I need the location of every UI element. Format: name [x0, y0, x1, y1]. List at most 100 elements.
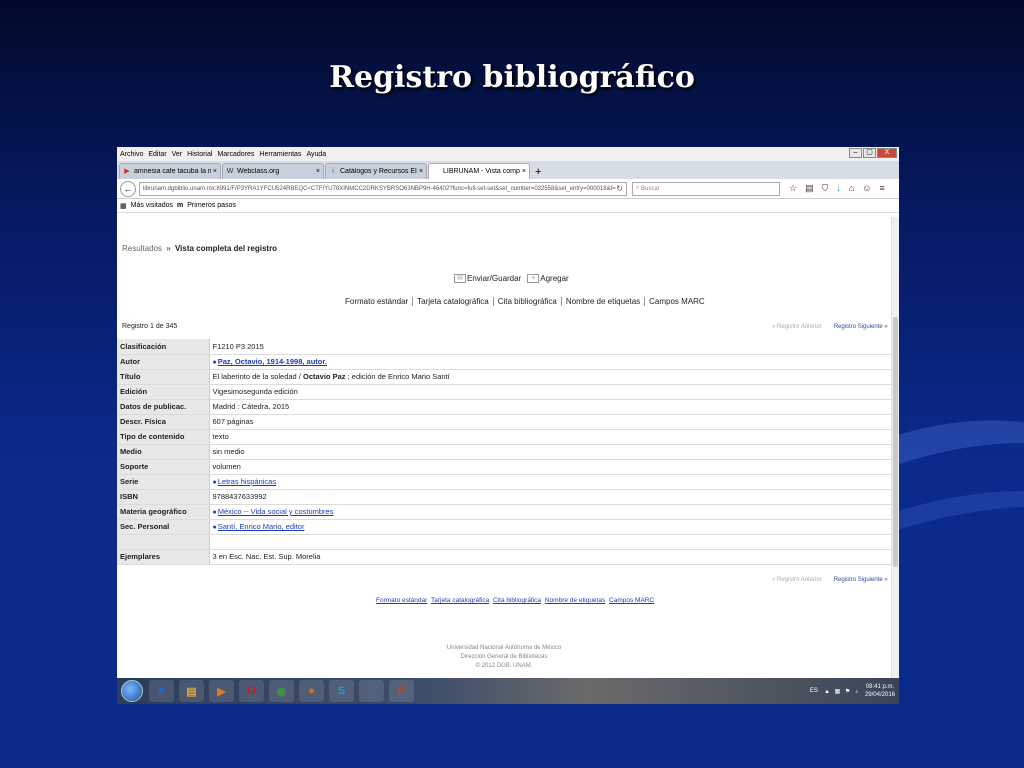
envelope-icon: ✉	[454, 274, 466, 283]
start-button[interactable]	[121, 680, 143, 702]
show-hidden-icons-icon[interactable]: ▲	[824, 689, 830, 695]
page-footer: Universidad Nacional Autónoma de México …	[117, 644, 891, 671]
tab-close-icon[interactable]: ×	[213, 168, 217, 175]
opera-icon[interactable]: O	[239, 680, 264, 702]
volume-icon[interactable]: ♪	[855, 689, 858, 695]
bookmark-star-icon[interactable]: ☆	[789, 183, 797, 194]
field-value: sin medio	[209, 444, 891, 460]
tab-favicon-icon	[432, 168, 440, 176]
bottom-format-links: Formato estándar Tarjeta catalográfica C…	[376, 597, 656, 604]
new-tab-button[interactable]: +	[535, 165, 541, 179]
format-tag-names[interactable]: Nombre de etiquetas	[562, 297, 646, 306]
page-content: Resultados » Vista completa del registro…	[117, 217, 891, 678]
format-catalog-card[interactable]: Tarjeta catalográfica	[413, 297, 494, 306]
table-row: Materia geográfico ●México -- Vida social…	[117, 504, 891, 520]
next-record-link[interactable]: Registro Siguiente »	[834, 324, 888, 330]
skype-icon[interactable]: S	[329, 680, 354, 702]
record-navigation-bottom: « Registro Anterior Registro Siguiente »	[772, 577, 888, 583]
browser-tab[interactable]: ▶ amnesia cafe tacuba la mal...×	[119, 163, 221, 179]
window-controls: – ▢ X	[848, 148, 897, 158]
account-icon[interactable]: ☺	[862, 183, 871, 194]
record-actions: ✉ Enviar/Guardar + Agregar	[454, 274, 569, 283]
bookmark-folder-icon: ▦	[120, 202, 127, 210]
scrollbar-thumb[interactable]	[893, 317, 898, 567]
tab-close-icon[interactable]: ×	[522, 168, 526, 175]
home-icon[interactable]: ⌂	[849, 183, 854, 194]
previous-record-link[interactable]: « Registro Anterior	[772, 577, 822, 583]
bookmark-first-steps[interactable]: Primeros pasos	[187, 202, 236, 209]
network-icon[interactable]: ▦	[835, 689, 841, 695]
previous-record-link[interactable]: « Registro Anterior	[772, 324, 822, 330]
pocket-icon[interactable]: ⛉	[822, 183, 829, 194]
bottom-format-tag-names[interactable]: Nombre de etiquetas	[545, 597, 605, 604]
search-input[interactable]: ⌕ Buscar	[632, 181, 780, 196]
back-button[interactable]: ←	[120, 180, 136, 197]
footer-copyright: © 2012 DGB, UNAM.	[475, 663, 533, 669]
field-value: El laberinto de la soledad / Octavio Paz…	[209, 369, 891, 385]
clock[interactable]: 08:41 p.m. 29/04/2016	[865, 683, 895, 699]
field-link[interactable]: México -- Vida social y costumbres	[218, 507, 334, 516]
bottom-format-catalog-card[interactable]: Tarjeta catalográfica	[431, 597, 489, 604]
table-row: Sec. Personal ●Santí, Enrico Mario, edito…	[117, 519, 891, 535]
field-link[interactable]: Santí, Enrico Mario, editor	[218, 522, 305, 531]
menu-herramientas[interactable]: Herramientas	[259, 151, 301, 158]
powerpoint-icon[interactable]: P	[389, 680, 414, 702]
breadcrumb-results[interactable]: Resultados	[122, 244, 162, 253]
restore-button[interactable]: ▢	[863, 148, 876, 158]
clock-time: 08:41 p.m.	[865, 684, 895, 690]
media-player-icon[interactable]: ▶	[209, 680, 234, 702]
file-explorer-icon[interactable]: ▤	[179, 680, 204, 702]
tab-favicon-icon: i	[332, 167, 334, 175]
language-indicator[interactable]: ES	[810, 688, 818, 694]
table-row: Medio sin medio	[117, 444, 891, 460]
field-value: 9788437633992	[209, 489, 891, 505]
title-part: Octavio Paz	[302, 372, 346, 381]
browser-tab[interactable]: i Catálogos y Recursos Elect...×	[325, 163, 427, 179]
field-label: Serie	[117, 474, 210, 490]
menu-editar[interactable]: Editar	[148, 151, 166, 158]
user-icon[interactable]: ☺	[359, 680, 384, 702]
tab-close-icon[interactable]: ×	[419, 168, 423, 175]
tab-close-icon[interactable]: ×	[316, 168, 320, 175]
menu-marcadores[interactable]: Marcadores	[217, 151, 254, 158]
field-value: ●México -- Vida social y costumbres	[209, 504, 891, 520]
bottom-format-citation[interactable]: Cita bibliográfica	[493, 597, 541, 604]
format-marc[interactable]: Campos MARC	[645, 297, 709, 306]
browser-tab[interactable]: W Webclass.org ×	[222, 163, 324, 179]
field-value: 3 en Esc. Nac. Est. Sup. Morelia	[209, 549, 891, 565]
title-part: ; edición de Enrico Mario Santí	[345, 372, 450, 381]
field-link[interactable]: Paz, Octavio, 1914-1998, autor.	[218, 357, 327, 366]
menu-ayuda[interactable]: Ayuda	[306, 151, 326, 158]
menu-icon[interactable]: ≡	[880, 183, 885, 194]
table-row	[117, 534, 891, 550]
format-standard[interactable]: Formato estándar	[341, 297, 414, 306]
chrome-icon[interactable]: ◉	[269, 680, 294, 702]
bookmarks-bar: ▦ Más visitados m Primeros pasos	[117, 199, 899, 213]
breadcrumb-current: Vista completa del registro	[174, 244, 278, 253]
vertical-scrollbar[interactable]	[891, 217, 899, 678]
field-label: Título	[117, 369, 210, 385]
download-icon[interactable]: ↓	[836, 183, 841, 194]
flag-icon[interactable]: ⚑	[845, 689, 850, 695]
ie-icon[interactable]: e	[149, 680, 174, 702]
url-bar[interactable]: librunam.dgbiblio.unam.mx:8991/F/P3YRA1Y…	[139, 181, 627, 196]
field-link[interactable]: Letras hispánicas	[218, 477, 276, 486]
menu-ver[interactable]: Ver	[172, 151, 183, 158]
reading-list-icon[interactable]: ▤	[805, 183, 814, 194]
firefox-icon[interactable]: ●	[299, 680, 324, 702]
bottom-format-marc[interactable]: Campos MARC	[609, 597, 654, 604]
menu-archivo[interactable]: Archivo	[120, 151, 143, 158]
minimize-button[interactable]: –	[849, 148, 862, 158]
reload-icon[interactable]: ↻	[616, 184, 623, 193]
bottom-format-standard[interactable]: Formato estándar	[376, 597, 427, 604]
bookmark-most-visited[interactable]: Más visitados	[131, 202, 173, 209]
field-label: Datos de publicac.	[117, 399, 210, 415]
format-citation[interactable]: Cita bibliográfica	[494, 297, 562, 306]
next-record-link[interactable]: Registro Siguiente »	[834, 577, 888, 583]
close-window-button[interactable]: X	[877, 148, 897, 158]
add-link[interactable]: Agregar	[540, 274, 568, 283]
title-part: El laberinto de la soledad /	[212, 372, 303, 381]
menu-historial[interactable]: Historial	[187, 151, 212, 158]
send-save-link[interactable]: Enviar/Guardar	[467, 274, 521, 283]
browser-tab[interactable]: LIBRUNAM - Vista completa de...×	[428, 163, 530, 179]
